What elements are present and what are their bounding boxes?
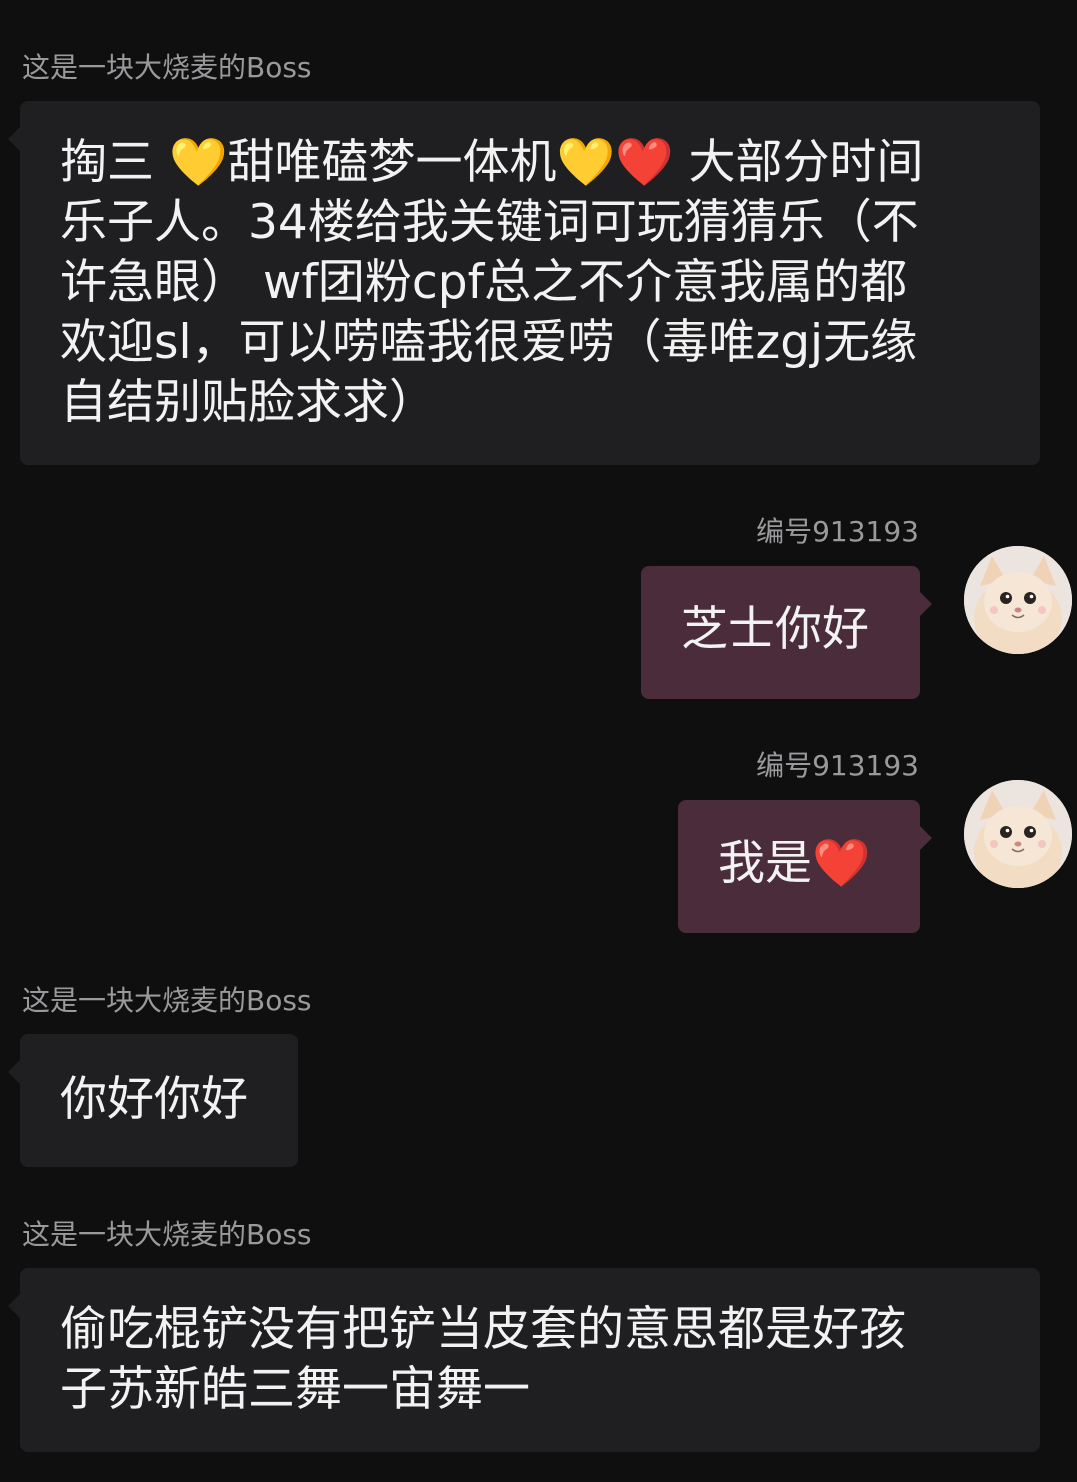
- sender-name: 这是一块大烧麦的Boss: [22, 984, 312, 1017]
- message-line: 欢迎sl，可以唠嗑我很爱唠（毒唯zgj无缘: [60, 315, 918, 370]
- message-line: 掏三 💛甜唯磕梦一体机💛❤️ 大部分时间: [60, 135, 924, 190]
- message-text: 芝士你好: [681, 602, 869, 657]
- message-bubble-left[interactable]: 偷吃棍铲没有把铲当皮套的意思都是好孩 子苏新皓三舞一宙舞一: [8, 1268, 1040, 1452]
- heart-emoji-icon: ❤️: [812, 836, 871, 891]
- sender-name: 编号913193: [756, 749, 919, 782]
- message-bubble-left[interactable]: 你好你好: [8, 1034, 298, 1167]
- message-text: 我是: [718, 836, 812, 891]
- sender-name: 编号913193: [756, 515, 919, 548]
- message-line: 乐子人。34楼给我关键词可玩猜猜乐（不: [60, 195, 919, 250]
- sender-name: 这是一块大烧麦的Boss: [22, 51, 312, 84]
- message-line: 自结别贴脸求求）: [60, 375, 436, 430]
- message-bubble-right[interactable]: 我是❤️: [678, 800, 932, 933]
- cat-avatar-icon[interactable]: [964, 780, 1072, 888]
- message-bubble-right[interactable]: 芝士你好: [641, 566, 932, 699]
- message-line: 偷吃棍铲没有把铲当皮套的意思都是好孩: [60, 1302, 906, 1357]
- message-line: 子苏新皓三舞一宙舞一: [60, 1362, 530, 1417]
- cat-avatar-icon[interactable]: [964, 546, 1072, 654]
- message-text: 你好你好: [60, 1072, 248, 1127]
- message-line: 许急眼） wf团粉cpf总之不介意我属的都: [60, 255, 908, 310]
- message-bubble-left[interactable]: 掏三 💛甜唯磕梦一体机💛❤️ 大部分时间 乐子人。34楼给我关键词可玩猜猜乐（不…: [8, 101, 1040, 465]
- sender-name: 这是一块大烧麦的Boss: [22, 1218, 312, 1251]
